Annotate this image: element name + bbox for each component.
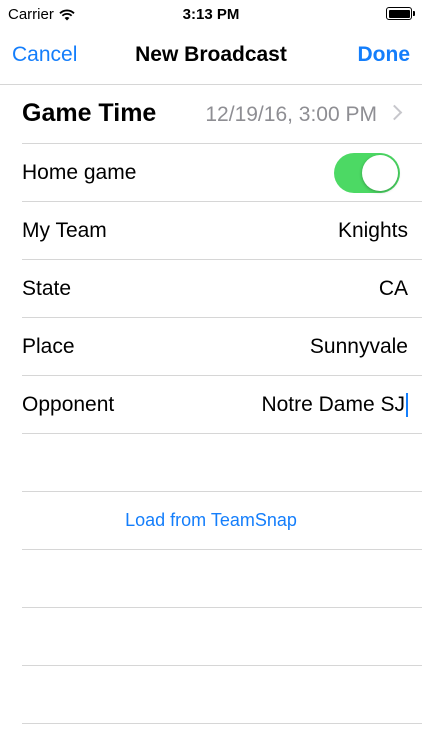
opponent-field-text: Notre Dame SJ	[261, 393, 405, 416]
home-game-row: Home game	[22, 144, 422, 202]
battery-icon	[386, 7, 415, 20]
load-from-teamsnap-button[interactable]: Load from TeamSnap	[0, 510, 422, 531]
game-time-label: Game Time	[22, 99, 157, 127]
place-field[interactable]: Sunnyvale	[310, 335, 408, 359]
my-team-row[interactable]: My Team Knights	[22, 202, 422, 260]
opponent-row[interactable]: Opponent Notre Dame SJ	[22, 376, 422, 434]
toggle-knob	[362, 155, 398, 191]
done-button[interactable]: Done	[358, 43, 411, 67]
load-link-row: Load from TeamSnap	[22, 492, 422, 550]
place-label: Place	[22, 335, 75, 358]
broadcast-form: Game Time 12/19/16, 3:00 PM Home game My…	[0, 85, 422, 724]
place-row[interactable]: Place Sunnyvale	[22, 318, 422, 376]
navigation-bar: Cancel New Broadcast Done	[0, 30, 422, 85]
text-cursor	[406, 393, 408, 417]
home-game-toggle[interactable]	[334, 153, 400, 193]
opponent-label: Opponent	[22, 393, 115, 416]
state-row[interactable]: State CA	[22, 260, 422, 318]
state-field[interactable]: CA	[379, 277, 408, 301]
cancel-button[interactable]: Cancel	[12, 43, 77, 67]
empty-row	[22, 550, 422, 608]
home-game-label: Home game	[22, 161, 137, 184]
empty-row	[22, 666, 422, 724]
empty-row	[22, 608, 422, 666]
game-time-row[interactable]: Game Time 12/19/16, 3:00 PM	[22, 85, 422, 144]
chevron-right-icon	[386, 104, 403, 121]
status-time: 3:13 PM	[182, 6, 240, 23]
my-team-field[interactable]: Knights	[338, 219, 408, 243]
state-label: State	[22, 277, 72, 300]
my-team-label: My Team	[22, 219, 107, 242]
empty-row	[22, 434, 422, 492]
opponent-field[interactable]: Notre Dame SJ	[261, 393, 408, 417]
status-bar: Carrier 3:13 PM	[0, 0, 422, 30]
game-time-value: 12/19/16, 3:00 PM	[205, 103, 377, 126]
